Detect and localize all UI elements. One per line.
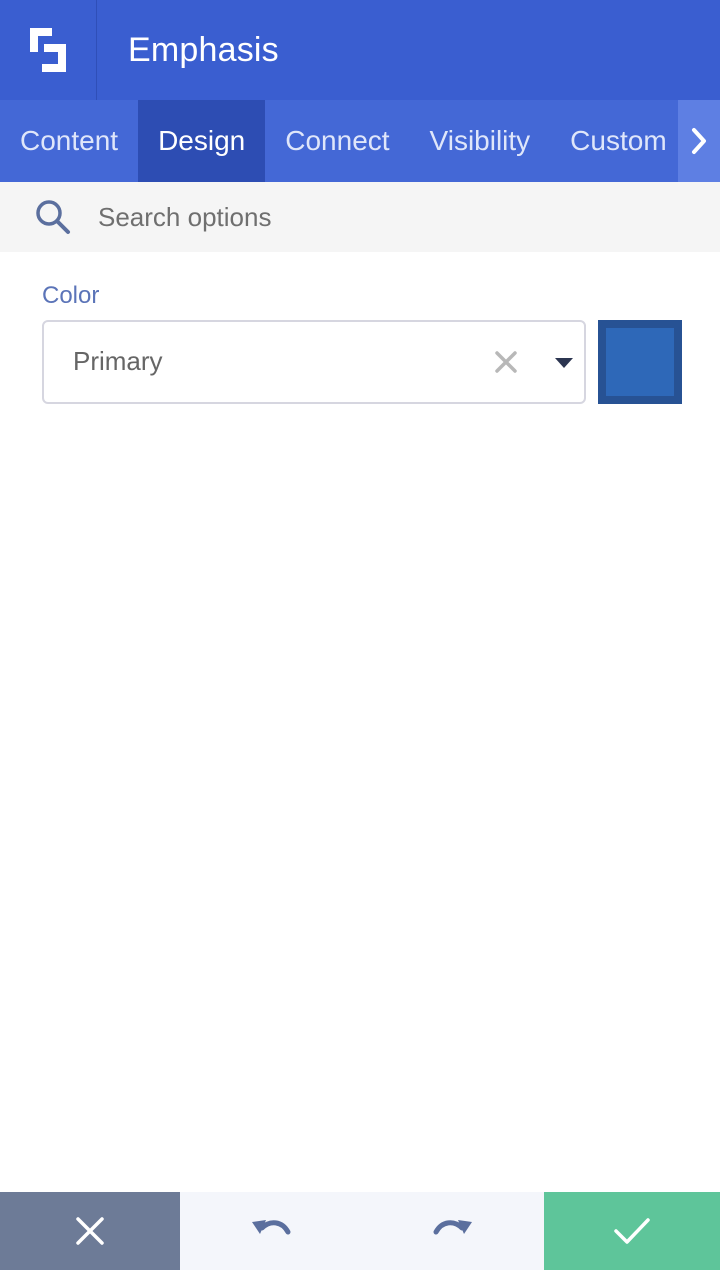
undo-icon bbox=[252, 1220, 291, 1235]
tab-design[interactable]: Design bbox=[138, 100, 266, 182]
redo-icon bbox=[433, 1220, 472, 1235]
page-title: Emphasis bbox=[128, 30, 279, 69]
tab-scroll-button[interactable] bbox=[678, 100, 720, 182]
search-icon bbox=[36, 200, 70, 234]
undo-button[interactable] bbox=[180, 1192, 362, 1270]
tab-visibility[interactable]: Visibility bbox=[410, 100, 551, 182]
app-header: Emphasis bbox=[0, 0, 720, 100]
color-swatch[interactable] bbox=[598, 320, 682, 404]
chevron-right-icon bbox=[692, 128, 706, 154]
redo-button[interactable] bbox=[362, 1192, 544, 1270]
close-icon[interactable] bbox=[494, 350, 518, 374]
search-bar bbox=[0, 182, 720, 252]
save-button[interactable] bbox=[544, 1192, 720, 1270]
caret-down-icon[interactable] bbox=[554, 357, 574, 369]
logo[interactable] bbox=[0, 0, 97, 100]
search-input[interactable] bbox=[98, 194, 698, 240]
tab-bar: Content Design Connect Visibility Custom bbox=[0, 100, 720, 182]
color-swatch-fill bbox=[606, 328, 674, 396]
tab-custom[interactable]: Custom bbox=[550, 100, 686, 182]
close-icon bbox=[76, 1217, 104, 1245]
tab-connect[interactable]: Connect bbox=[265, 100, 409, 182]
footer-toolbar bbox=[0, 1192, 720, 1270]
cancel-button[interactable] bbox=[0, 1192, 180, 1270]
checkmark-icon bbox=[614, 1218, 650, 1244]
color-select-value: Primary bbox=[73, 346, 163, 376]
color-label: Color bbox=[42, 282, 100, 309]
color-select[interactable]: Primary bbox=[42, 320, 586, 404]
tab-content[interactable]: Content bbox=[0, 100, 138, 182]
builder-logo-icon bbox=[30, 28, 66, 72]
